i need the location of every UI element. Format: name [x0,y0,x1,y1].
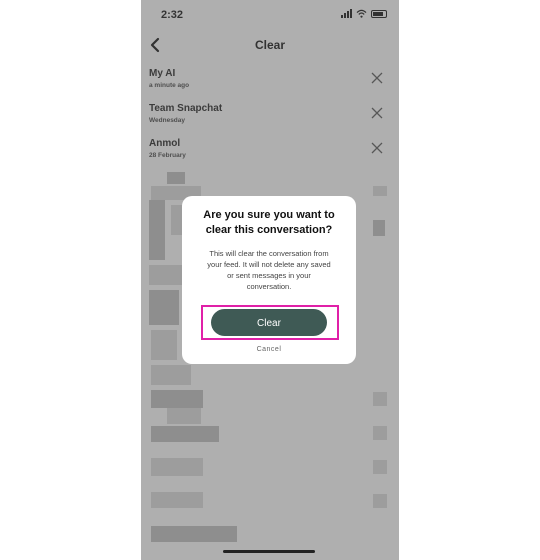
cancel-button[interactable]: Cancel [182,346,356,353]
dialog-message-line: conversation. [246,282,292,291]
dialog-message-line: or sent messages in your [227,271,311,280]
dialog-message-line: your feed. It will not delete any saved [207,260,331,269]
home-indicator[interactable] [223,550,315,553]
dialog-message-line: This will clear the conversation from [209,249,329,258]
dialog-title-line: clear this conversation? [205,224,333,236]
dialog-title: Are you sure you want to clear this conv… [192,208,346,238]
clear-button[interactable]: Clear [211,309,327,336]
dialog-message: This will clear the conversation from yo… [194,248,344,292]
dialog-title-line: Are you sure you want to [203,209,335,221]
